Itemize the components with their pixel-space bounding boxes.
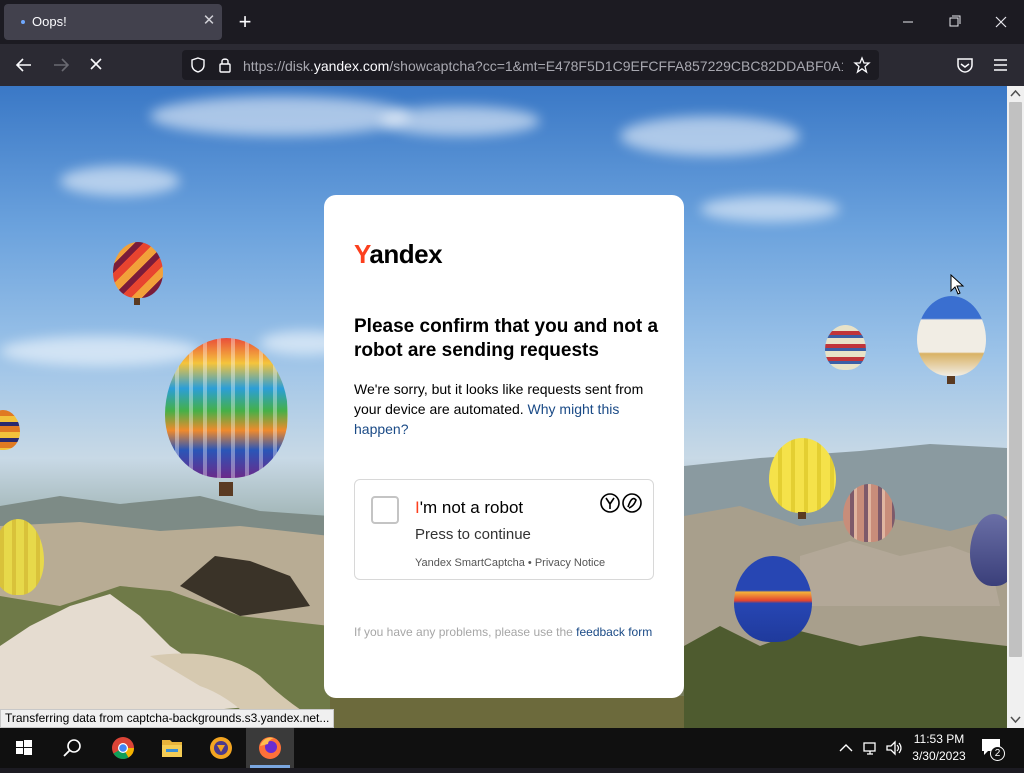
brave-icon xyxy=(210,737,232,759)
pocket-icon[interactable] xyxy=(952,53,978,77)
page-heading: Please confirm that you and not a robot … xyxy=(354,316,659,361)
tab-title: Oops! xyxy=(32,14,67,29)
balloon-basket xyxy=(219,482,233,496)
problems-text: If you have any problems, please use the… xyxy=(354,625,653,639)
balloon-basket xyxy=(134,298,140,305)
smartcaptcha-logo-icon xyxy=(600,493,642,513)
start-button[interactable] xyxy=(0,728,48,768)
action-center-button[interactable]: 2 xyxy=(980,736,1010,762)
brave-taskbar-button[interactable] xyxy=(197,728,245,768)
captcha-card: Yandex Please confirm that you and not a… xyxy=(324,195,684,698)
not-a-robot-checkbox[interactable] xyxy=(371,496,399,524)
forward-button[interactable] xyxy=(48,53,74,77)
shield-icon[interactable] xyxy=(189,56,207,79)
lock-icon[interactable] xyxy=(217,56,233,79)
mouse-cursor-icon xyxy=(950,274,965,295)
hot-air-balloon xyxy=(917,296,986,376)
network-icon[interactable] xyxy=(862,739,880,757)
taskbar-clock-time[interactable]: 11:53 PM xyxy=(902,732,976,746)
taskbar-clock-date[interactable]: 3/30/2023 xyxy=(902,749,976,763)
search-button[interactable] xyxy=(48,728,96,768)
loading-dot-icon xyxy=(21,20,25,24)
tab-oops[interactable]: Oops! ✕ xyxy=(4,4,222,40)
press-to-continue-text: Press to continue xyxy=(415,526,531,543)
scroll-up-arrow-icon[interactable] xyxy=(1010,89,1021,97)
close-window-button[interactable] xyxy=(987,10,1015,34)
hot-air-balloon xyxy=(113,242,163,298)
menu-hamburger-icon[interactable] xyxy=(988,53,1014,77)
volume-icon[interactable] xyxy=(885,739,903,757)
hot-air-balloon xyxy=(769,438,836,513)
balloon-basket xyxy=(947,376,955,384)
chrome-taskbar-button[interactable] xyxy=(99,728,147,768)
hot-air-balloon xyxy=(734,556,812,642)
firefox-icon xyxy=(259,737,281,759)
notifications-count-badge: 2 xyxy=(990,746,1005,761)
firefox-taskbar-button[interactable] xyxy=(246,728,294,768)
chrome-icon xyxy=(112,737,134,759)
back-button[interactable] xyxy=(11,53,37,77)
search-icon xyxy=(63,739,81,757)
balloon-basket xyxy=(798,512,806,519)
navigation-bar: https://disk.yandex.com/showcaptcha?cc=1… xyxy=(0,44,1024,86)
scroll-down-arrow-icon[interactable] xyxy=(1010,716,1021,724)
hot-air-balloon xyxy=(843,484,895,542)
file-explorer-icon xyxy=(162,740,182,757)
restore-button[interactable] xyxy=(941,10,969,34)
windows-start-icon xyxy=(16,740,32,755)
description-text: We're sorry, but it looks like requests … xyxy=(354,381,644,437)
new-tab-button[interactable]: + xyxy=(232,9,258,35)
windows-taskbar: 11:53 PM 3/30/2023 2 xyxy=(0,728,1024,768)
hot-air-balloon xyxy=(825,325,866,370)
show-hidden-icons-chevron-icon[interactable] xyxy=(838,741,854,755)
url-text[interactable]: https://disk.yandex.com/showcaptcha?cc=1… xyxy=(243,58,843,74)
smartcaptcha-privacy-link[interactable]: Yandex SmartCaptcha • Privacy Notice xyxy=(415,557,605,569)
page-scrollbar[interactable] xyxy=(1007,86,1024,728)
tab-bar: Oops! ✕ + xyxy=(0,0,1024,44)
file-explorer-taskbar-button[interactable] xyxy=(148,728,196,768)
not-a-robot-label[interactable]: I'm not a robot xyxy=(415,498,523,518)
address-bar[interactable]: https://disk.yandex.com/showcaptcha?cc=1… xyxy=(182,50,879,80)
bookmark-star-icon[interactable] xyxy=(853,56,871,79)
tab-close-icon[interactable]: ✕ xyxy=(200,12,218,30)
feedback-form-link[interactable]: feedback form xyxy=(576,625,652,639)
minimize-button[interactable] xyxy=(894,10,922,34)
stop-loading-button[interactable] xyxy=(83,53,109,77)
yandex-logo: Yandex xyxy=(354,239,443,269)
scrollbar-thumb[interactable] xyxy=(1009,102,1022,657)
smartcaptcha-widget: I'm not a robot Press to continue Yandex… xyxy=(354,479,654,580)
browser-status-bar: Transferring data from captcha-backgroun… xyxy=(0,709,335,728)
